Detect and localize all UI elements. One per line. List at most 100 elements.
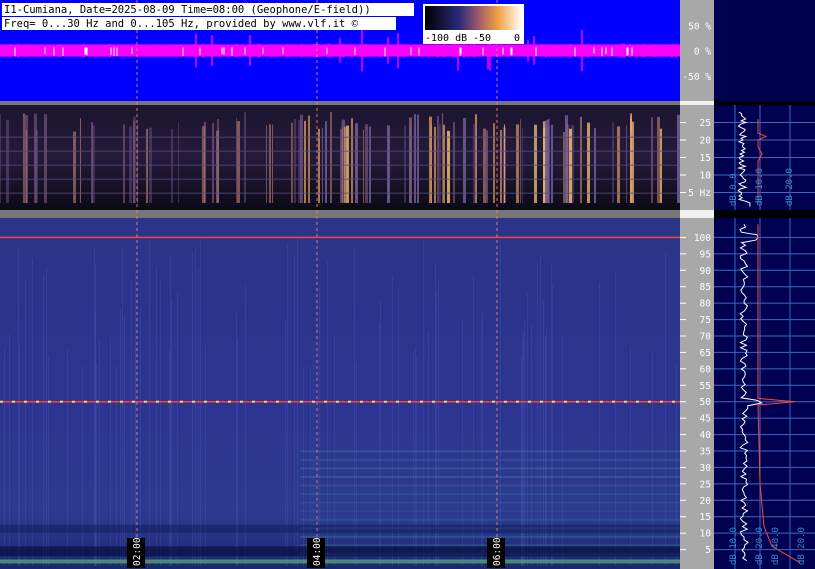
spectrogram-low-streak [551,124,553,203]
spectrogram-low-streak [429,116,432,203]
header-line2: Freq= 0...30 Hz and 0...105 Hz, provided… [4,18,359,30]
spectrogram-low-streak [80,118,81,203]
spectrogram-low-streak [563,132,565,203]
spectrogram-high-streak [319,285,320,566]
spectrogram-high-streak [122,248,123,566]
high-tick-label: 5 [705,545,711,556]
spectrogram-low-streak [632,121,634,203]
spectrogram-low-streak [417,114,419,203]
spectrogram-high-band [300,467,680,470]
spectrogram-low-streak [516,124,519,203]
spectrogram-low-harmonic [0,150,680,152]
spectrogram-low-harmonic [0,136,680,138]
high-tick-label: 40 [700,430,712,441]
spectrogram-high-streak [473,274,474,566]
spectrogram-high-band [300,518,680,521]
spectrogram-high-streak [43,274,44,566]
time-label: 06:00 [492,537,503,566]
spectrogram-high-streak [48,355,49,566]
spectrogram-low-streak [244,112,246,203]
spectrogram-low-streak [298,119,301,203]
spectrogram-high-streak [392,275,393,566]
spectrogram-low-streak [26,129,27,203]
spectrogram-low-streak [330,112,332,203]
spectrogram-high-dark-band [0,524,680,533]
high-tick-label: 45 [700,414,711,425]
spectrogram-high-streak [438,279,439,566]
spectrogram-low-streak [657,116,660,203]
spectrogram-high-streak [423,240,424,566]
spectrogram-low-streak [133,120,135,203]
spectrogram-high-band [300,510,680,513]
spectrogram-high-streak [205,345,206,566]
low-tick-label: 20 [700,136,712,147]
colorbar-label-max: 0 [514,33,520,44]
spectrogram-high-band [300,484,680,487]
spectrogram-low-streak [566,124,569,203]
axis-column-mid-strip [680,210,714,218]
spectrogram-high-streak [294,256,295,566]
spectrogram-low-streak [351,118,353,203]
high-tick-label: 20 [700,496,712,507]
spectrogram-high-streak [436,291,437,566]
spectrogram-low-streak [677,114,680,203]
spectrogram-low-streak [500,129,502,203]
spectrogram-low-streak [520,119,521,203]
spectrogram-low-streak [123,124,125,203]
spectrogram-low-streak [587,122,590,203]
spectrogram-low-streak [178,122,179,203]
spectrogram-low-harmonic [0,164,680,166]
spectrogram-high-streak [287,243,288,566]
spectrogram-low-streak [304,120,306,203]
spectrogram-low-streak [545,120,547,203]
spectrogram-low-streak [580,116,582,203]
high-tick-label: 70 [700,332,712,343]
spectrogram-high-streak [46,267,47,566]
spectrogram-high-streak [32,258,33,566]
spectrogram-low-streak [23,113,25,203]
spectrogram-low-streak [486,130,488,203]
spectrogram-high-streak [18,249,19,566]
spectrogram-low-streak [6,119,9,203]
spectrogram-low-streak [355,123,358,203]
spectrogram-low-streak [473,124,476,203]
header-line1: I1-Cumiana, Date=2025-08-09 Time=08:00 (… [4,4,371,16]
spectrogram-low-streak [442,113,443,203]
high-tick-label: 55 [700,381,711,392]
spectrogram-low-streak [308,115,310,203]
high-tick-label: 80 [700,299,712,310]
high-tick-label: 85 [700,282,711,293]
spectrogram-high-streak [116,365,117,566]
spectrogram-high-streak [630,346,631,566]
low-tick-label: 10 [700,171,712,182]
time-label: 02:00 [132,537,143,566]
spectrogram-low-streak [447,130,450,203]
high-tick-label: 10 [700,529,712,540]
high-tick-label: 95 [700,249,711,260]
high-tick-label: 50 [700,397,712,408]
colorbar-label-mid: -50 [473,33,491,44]
spectrum-high-db-label: dB 10.0 [729,527,739,565]
low-tick-label: 25 [700,118,711,129]
spectrogram-high-floor [0,559,680,564]
spectrogram-high-streak [198,269,199,566]
colorbar-gradient [425,6,522,30]
spectrogram-low-streak [365,124,368,203]
spectrogram-low-streak [493,123,495,203]
spectrogram-high-streak [521,357,522,566]
spectrogram-high-streak [245,285,246,566]
colorbar-label-min: -100 dB [425,33,467,44]
spectrogram-high-streak [160,278,161,566]
spectrogram-low-streak [549,118,550,203]
spectrogram-high-band [300,535,680,538]
spectrogram-low-streak [341,121,342,203]
spectrum-high-db-label: dB 20.0 [755,527,765,565]
spectrogram-low-streak [651,117,653,203]
spectrogram-low-streak [463,118,466,203]
waveform-tick-label: 0 % [694,47,711,58]
spectrogram-low-streak [272,124,273,203]
spectrogram-high-band [300,450,680,453]
spectrogram-low-streak [35,130,38,203]
high-tick-label: 100 [694,233,711,244]
spectrogram-high-band [300,501,680,504]
